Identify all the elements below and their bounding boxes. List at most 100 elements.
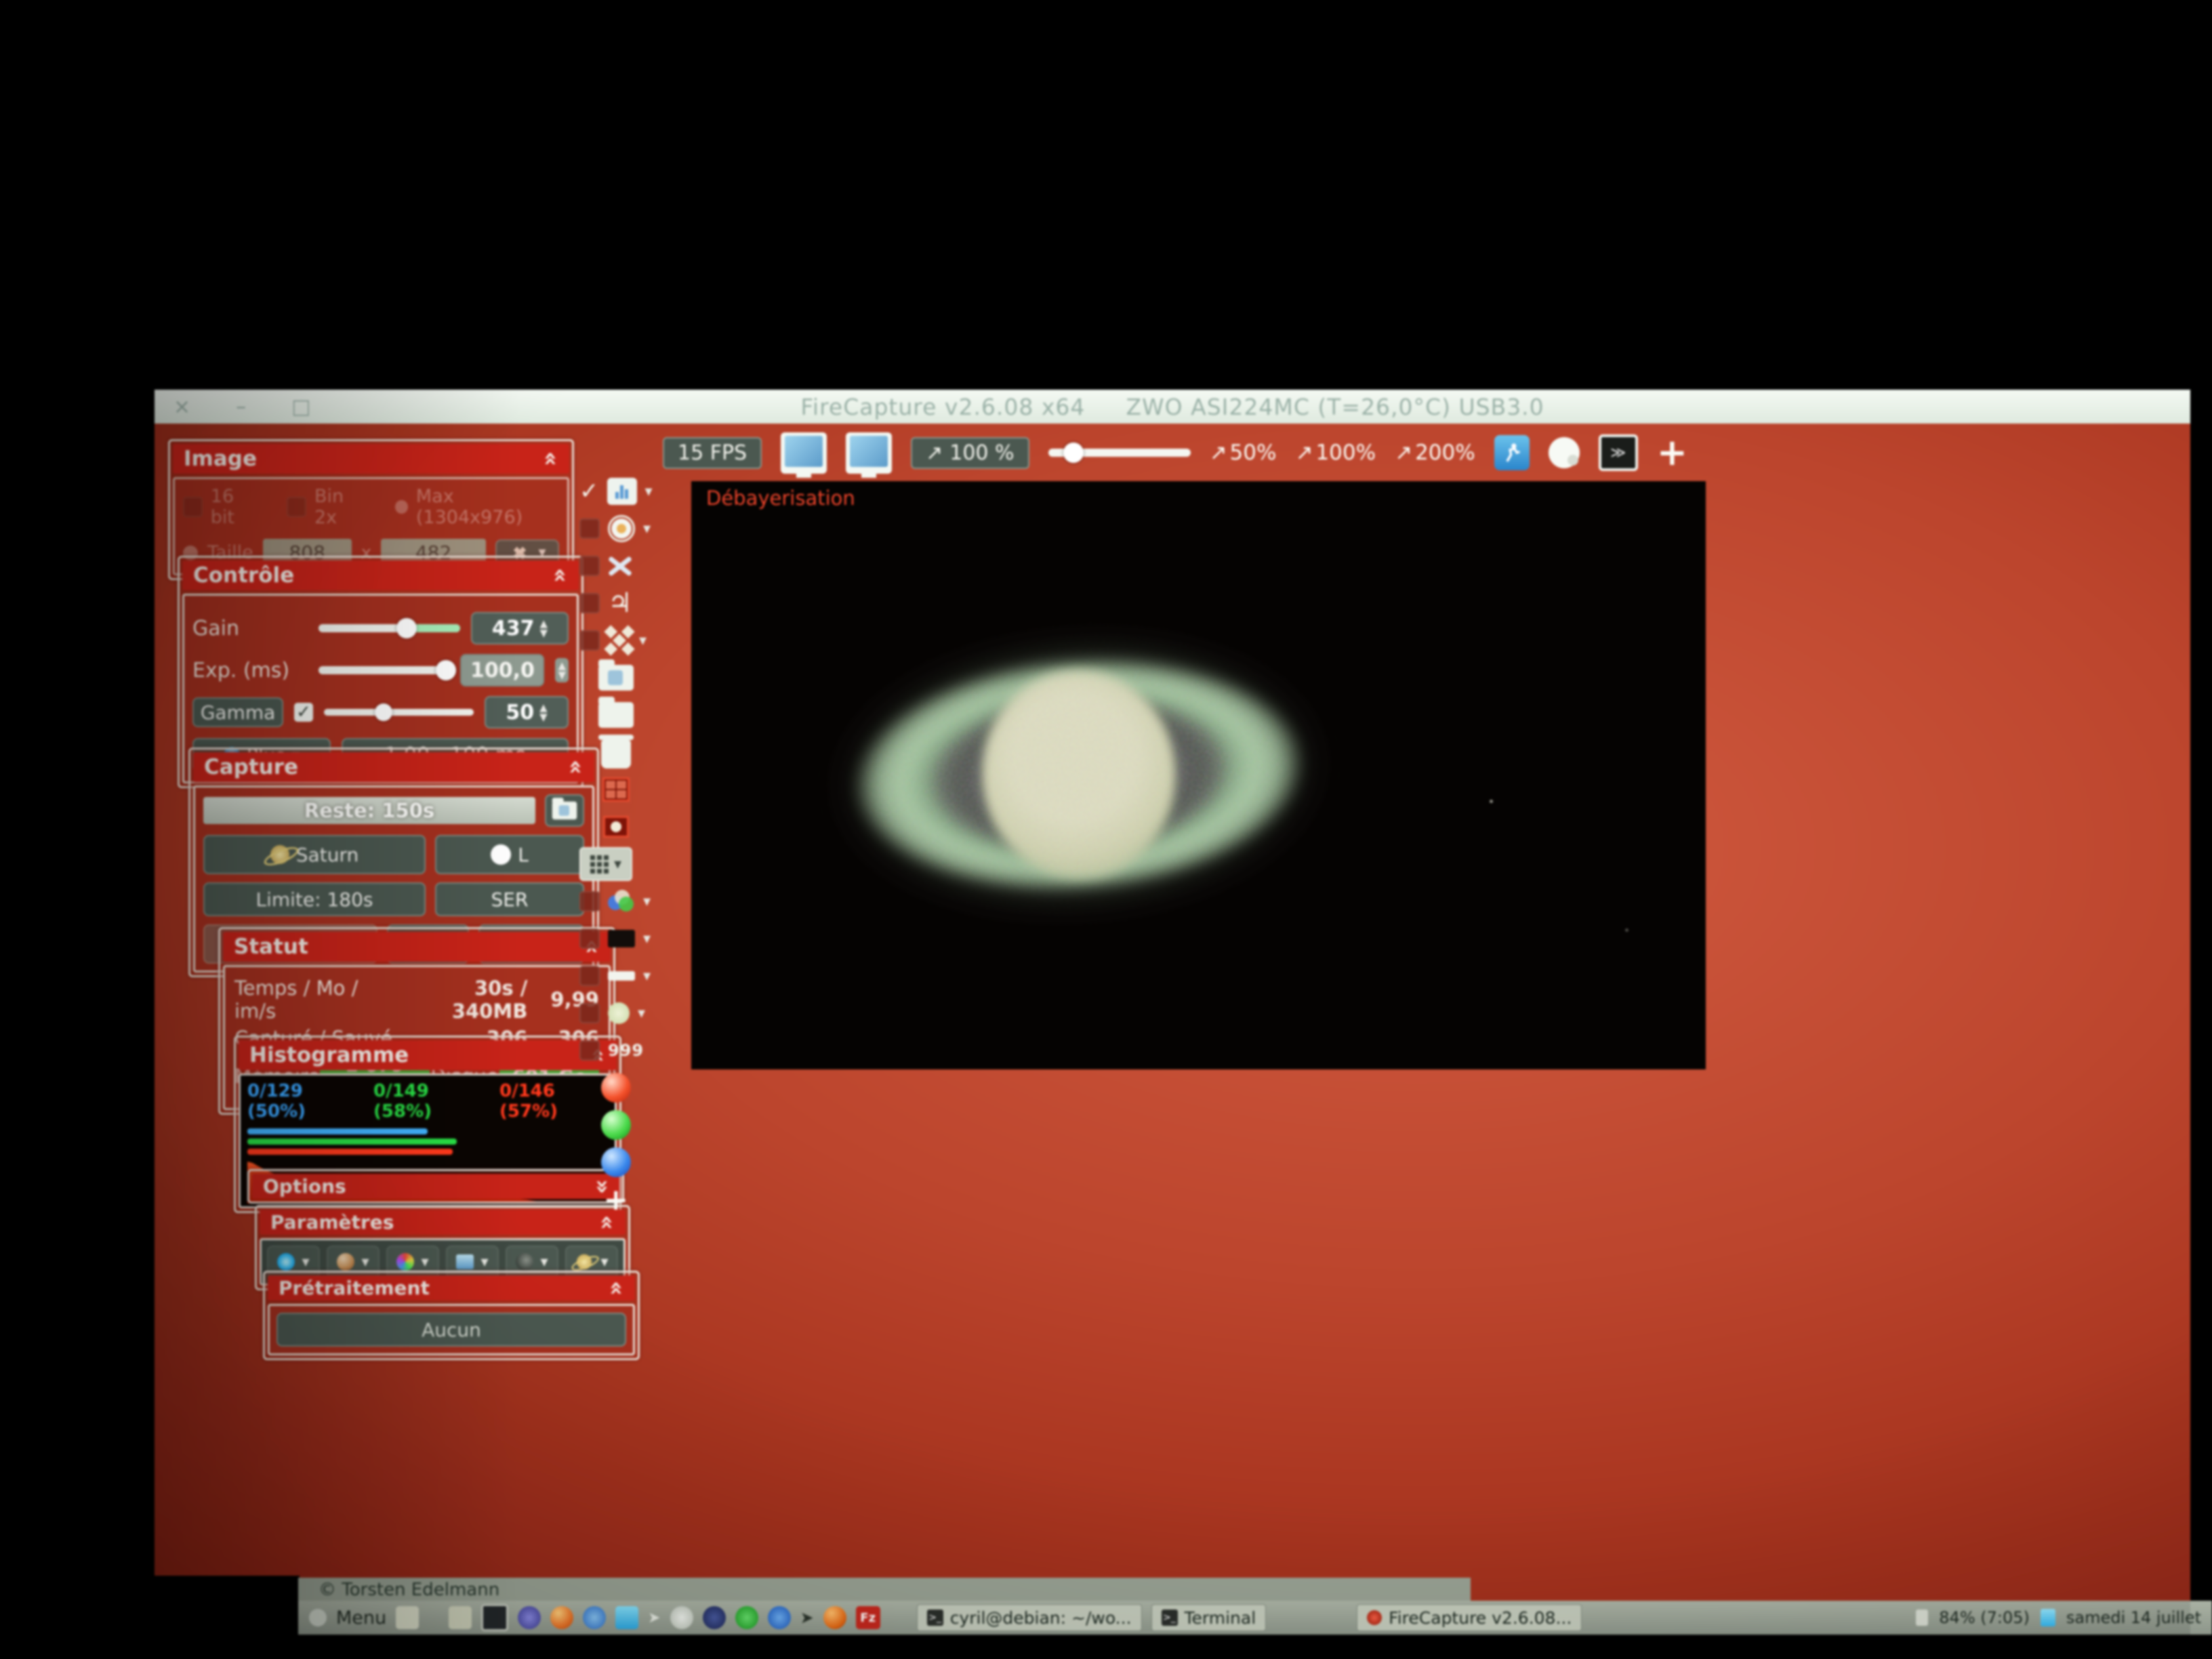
- close-icon[interactable]: ×: [173, 395, 191, 419]
- checkbox[interactable]: [579, 593, 600, 613]
- frame-counter-tool[interactable]: 999: [579, 1036, 653, 1065]
- checkbox[interactable]: [579, 891, 600, 912]
- app-icon[interactable]: [615, 1606, 638, 1629]
- files-icon[interactable]: [396, 1606, 419, 1629]
- controle-panel-header[interactable]: Contrôle «: [182, 560, 579, 590]
- gain-slider[interactable]: [319, 624, 460, 632]
- minimize-icon[interactable]: –: [236, 395, 247, 419]
- delete-tool[interactable]: [579, 737, 653, 767]
- dark-frame-tool[interactable]: ▾: [579, 924, 653, 954]
- gamma-value-box[interactable]: 50 ▲▼: [485, 696, 569, 729]
- gamma-preview-tool[interactable]: ▾: [579, 998, 653, 1028]
- add-control-button[interactable]: +: [1657, 439, 1687, 466]
- folder-icon[interactable]: [449, 1606, 472, 1629]
- parametres-panel-header[interactable]: Paramètres «: [260, 1210, 626, 1235]
- open-folder[interactable]: [579, 700, 653, 730]
- reticle-tool[interactable]: ▾: [579, 514, 653, 544]
- flat-frame-tool[interactable]: ▾: [579, 961, 653, 991]
- app-icon[interactable]: [703, 1606, 726, 1629]
- camera-preview[interactable]: Débayerisation: [691, 481, 1706, 1069]
- autorun-button[interactable]: [1494, 435, 1530, 470]
- menu-button[interactable]: Menu: [336, 1607, 386, 1629]
- grid-overlay-tool-selected[interactable]: ▾: [579, 849, 653, 879]
- app-icon[interactable]: [768, 1606, 791, 1629]
- alignment-tool[interactable]: ▾: [579, 626, 653, 655]
- gain-value-box[interactable]: 437 ▲▼: [471, 612, 569, 644]
- collapse-icon[interactable]: «: [599, 1215, 615, 1230]
- preview-window-button[interactable]: [846, 432, 892, 474]
- filter-button[interactable]: L: [435, 835, 584, 874]
- fullscreen-preview-button[interactable]: [781, 432, 827, 474]
- maximize-icon[interactable]: □: [291, 395, 311, 419]
- capture-panel-header[interactable]: Capture «: [193, 752, 594, 782]
- spinner-icon[interactable]: ▲▼: [555, 658, 569, 682]
- gamma-checkbox[interactable]: ✓: [294, 703, 313, 722]
- spinner-icon[interactable]: ▲▼: [540, 619, 548, 638]
- bit-depth-checkbox[interactable]: [183, 497, 203, 517]
- checkbox[interactable]: [579, 928, 600, 949]
- histogramme-panel-header[interactable]: Histogramme «: [239, 1040, 617, 1070]
- crop-tool[interactable]: [579, 551, 653, 581]
- hot-pixel-tool[interactable]: [579, 812, 653, 842]
- preprocessing-none-button[interactable]: Aucun: [276, 1313, 626, 1347]
- filezilla-icon[interactable]: Fz: [856, 1606, 880, 1629]
- taskbar-window-terminal2[interactable]: >_ Terminal: [1151, 1604, 1267, 1631]
- taskbar-window-terminal1[interactable]: >_ cyril@debian: ~/wo...: [917, 1604, 1142, 1631]
- app-icon[interactable]: [670, 1606, 693, 1629]
- zoom-slider[interactable]: [1048, 449, 1191, 457]
- collapse-icon[interactable]: «: [609, 1281, 625, 1296]
- green-channel-button[interactable]: [579, 1110, 653, 1140]
- firefox-icon[interactable]: [550, 1606, 573, 1629]
- tray-network-icon[interactable]: [2041, 1609, 2055, 1626]
- zoom-level-button[interactable]: ↗ 100 %: [911, 437, 1029, 469]
- zoom-50-button[interactable]: ↗ 50%: [1210, 441, 1277, 465]
- exposure-slider-thumb[interactable]: [436, 660, 456, 680]
- checkbox[interactable]: [579, 518, 600, 539]
- gamma-chip[interactable]: Gamma: [192, 697, 283, 727]
- browser-icon[interactable]: [583, 1606, 606, 1629]
- clock-label: samedi 14 juillet: [2066, 1608, 2201, 1627]
- zoom-200-button[interactable]: ↗ 200%: [1395, 441, 1475, 465]
- checkbox[interactable]: [579, 630, 600, 651]
- log-console-button[interactable]: ≫: [1599, 434, 1638, 471]
- terminal-icon[interactable]: [481, 1604, 508, 1631]
- debian-icon[interactable]: [518, 1606, 541, 1629]
- jupiter-tool[interactable]: ♃: [579, 588, 653, 618]
- checkbox[interactable]: [579, 966, 600, 986]
- file-format-button[interactable]: SER: [435, 882, 584, 916]
- image-panel-header[interactable]: Image «: [173, 444, 569, 474]
- app-icon[interactable]: [735, 1606, 758, 1629]
- checkbox[interactable]: [579, 1003, 600, 1023]
- monitor-icon: [785, 436, 823, 467]
- target-object-button[interactable]: Saturn: [203, 835, 426, 874]
- zoom-100-button[interactable]: ↗ 100%: [1295, 441, 1376, 465]
- red-channel-button[interactable]: [579, 1073, 653, 1103]
- zoom-slider-thumb[interactable]: [1063, 443, 1084, 463]
- add-tool-button[interactable]: +: [579, 1185, 653, 1214]
- histogram-tool[interactable]: ✓ ▾: [579, 476, 653, 506]
- debayer-tool[interactable]: ▾: [579, 886, 653, 916]
- capture-limit-button[interactable]: Limite: 180s: [203, 882, 426, 916]
- exposure-value-box[interactable]: 100,0: [460, 654, 544, 687]
- pretraitement-panel-header[interactable]: Prétraitement «: [268, 1275, 635, 1300]
- collapse-icon[interactable]: «: [543, 451, 559, 466]
- max-resolution-radio[interactable]: [395, 500, 408, 514]
- camera-settings-icon[interactable]: [1549, 437, 1580, 468]
- checkbox[interactable]: [579, 1040, 600, 1061]
- gamma-slider[interactable]: [324, 709, 474, 716]
- checkbox[interactable]: [579, 556, 600, 576]
- open-capture-folder[interactable]: [579, 663, 653, 693]
- gamma-slider-thumb[interactable]: [375, 703, 392, 721]
- capture-folder-button[interactable]: [545, 794, 584, 827]
- options-panel-header[interactable]: Options «: [252, 1174, 619, 1199]
- blue-channel-button[interactable]: [579, 1147, 653, 1177]
- taskbar-window-firecapture[interactable]: FireCapture v2.6.08...: [1357, 1604, 1582, 1631]
- exposure-slider[interactable]: [319, 666, 449, 674]
- app-icon[interactable]: [823, 1606, 846, 1629]
- spinner-icon[interactable]: ▲▼: [539, 703, 548, 722]
- gain-slider-thumb[interactable]: [396, 618, 417, 638]
- bad-pixel-map-tool[interactable]: [579, 775, 653, 804]
- collapse-icon[interactable]: «: [552, 568, 569, 583]
- statut-panel-header[interactable]: Statut «: [223, 932, 611, 962]
- bin-checkbox[interactable]: [287, 497, 306, 517]
